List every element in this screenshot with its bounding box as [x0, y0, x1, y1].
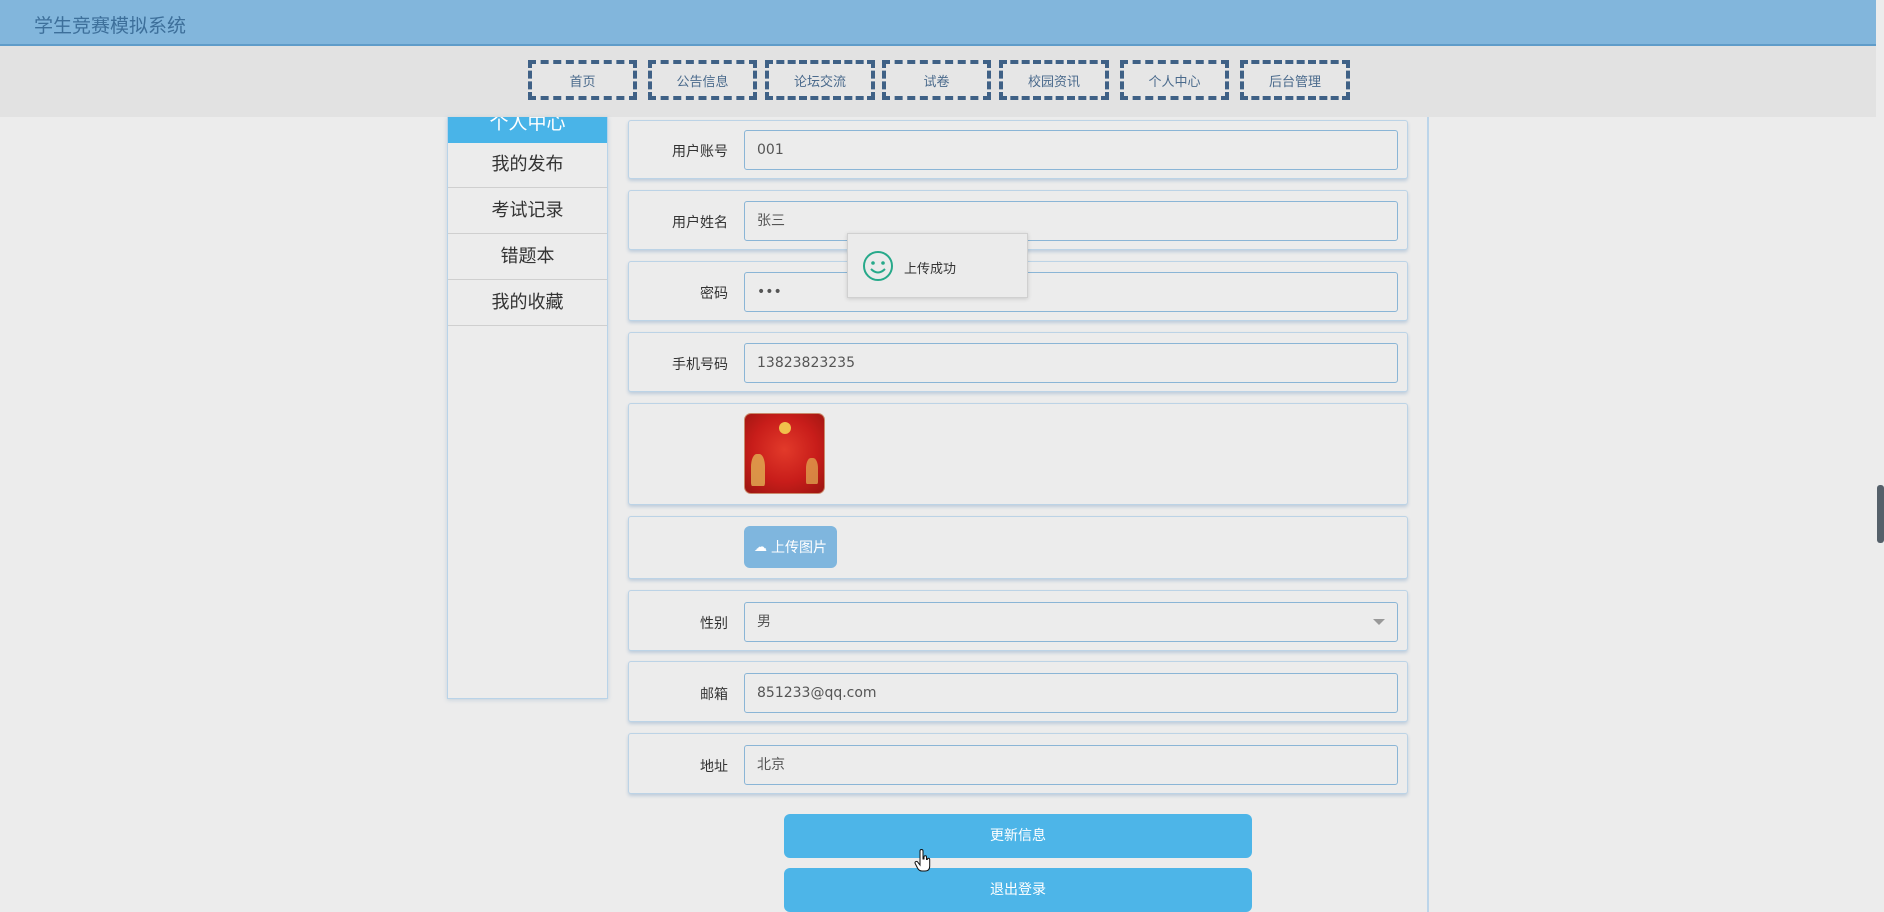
phone-label: 手机号码 — [672, 357, 728, 373]
email-row: 邮箱 851233@qq.com — [628, 661, 1408, 722]
sidebar-item-exam-records[interactable]: 考试记录 — [448, 188, 607, 234]
update-info-button[interactable]: 更新信息 — [784, 814, 1252, 858]
account-label: 用户账号 — [672, 144, 728, 160]
top-header: 学生竞赛模拟系统 — [0, 0, 1884, 46]
phone-row: 手机号码 13823823235 — [628, 332, 1408, 392]
account-input[interactable]: 001 — [744, 130, 1398, 170]
upload-image-button[interactable]: ☁ 上传图片 — [744, 526, 837, 568]
gender-select[interactable]: 男 — [744, 602, 1398, 642]
nav-home[interactable]: 首页 — [528, 60, 637, 100]
sidebar-header: 个人中心 — [448, 117, 607, 143]
logout-button[interactable]: 退出登录 — [784, 868, 1252, 912]
name-label: 用户姓名 — [672, 215, 728, 231]
smile-icon — [863, 251, 893, 281]
nav-announcements[interactable]: 公告信息 — [648, 60, 757, 100]
app-title: 学生竞赛模拟系统 — [34, 15, 187, 37]
page-scrollbar-track[interactable] — [1876, 0, 1884, 912]
gender-select-value: 男 — [757, 614, 771, 630]
sidebar-item-my-posts[interactable]: 我的发布 — [448, 142, 607, 188]
avatar-image — [744, 413, 825, 494]
toast-message: 上传成功 — [904, 262, 957, 277]
phone-input[interactable]: 13823823235 — [744, 343, 1398, 383]
nav-personal-center[interactable]: 个人中心 — [1120, 60, 1229, 100]
gender-label: 性别 — [700, 616, 728, 632]
sidebar-item-favorites[interactable]: 我的收藏 — [448, 280, 607, 326]
password-input[interactable]: ••• — [744, 272, 1398, 312]
hand-cursor-icon — [914, 849, 931, 872]
gender-row: 性别 男 — [628, 590, 1408, 651]
password-label: 密码 — [700, 286, 728, 302]
nav-admin[interactable]: 后台管理 — [1240, 60, 1350, 100]
upload-success-toast: 上传成功 — [847, 233, 1028, 298]
nav-forum[interactable]: 论坛交流 — [765, 60, 875, 100]
sidebar: 个人中心 我的发布 考试记录 错题本 我的收藏 — [447, 117, 608, 699]
account-row: 用户账号 001 — [628, 120, 1408, 179]
email-input[interactable]: 851233@qq.com — [744, 673, 1398, 713]
address-label: 地址 — [700, 759, 728, 775]
nav-exam-papers[interactable]: 试卷 — [882, 60, 991, 100]
upload-row: ☁ 上传图片 — [628, 516, 1408, 579]
address-row: 地址 北京 — [628, 733, 1408, 794]
sidebar-item-wrong-answers[interactable]: 错题本 — [448, 234, 607, 280]
address-input[interactable]: 北京 — [744, 745, 1398, 785]
chevron-down-icon — [1373, 619, 1385, 625]
avatar-row — [628, 403, 1408, 505]
nav-campus-news[interactable]: 校园资讯 — [999, 60, 1109, 100]
main-nav: 首页 公告信息 论坛交流 试卷 校园资讯 个人中心 后台管理 — [0, 46, 1884, 117]
page-scrollbar-thumb[interactable] — [1877, 485, 1884, 543]
name-input[interactable]: 张三 — [744, 201, 1398, 241]
upload-image-label: 上传图片 — [771, 540, 827, 556]
cloud-upload-icon: ☁ — [754, 539, 767, 555]
email-label: 邮箱 — [700, 687, 728, 703]
